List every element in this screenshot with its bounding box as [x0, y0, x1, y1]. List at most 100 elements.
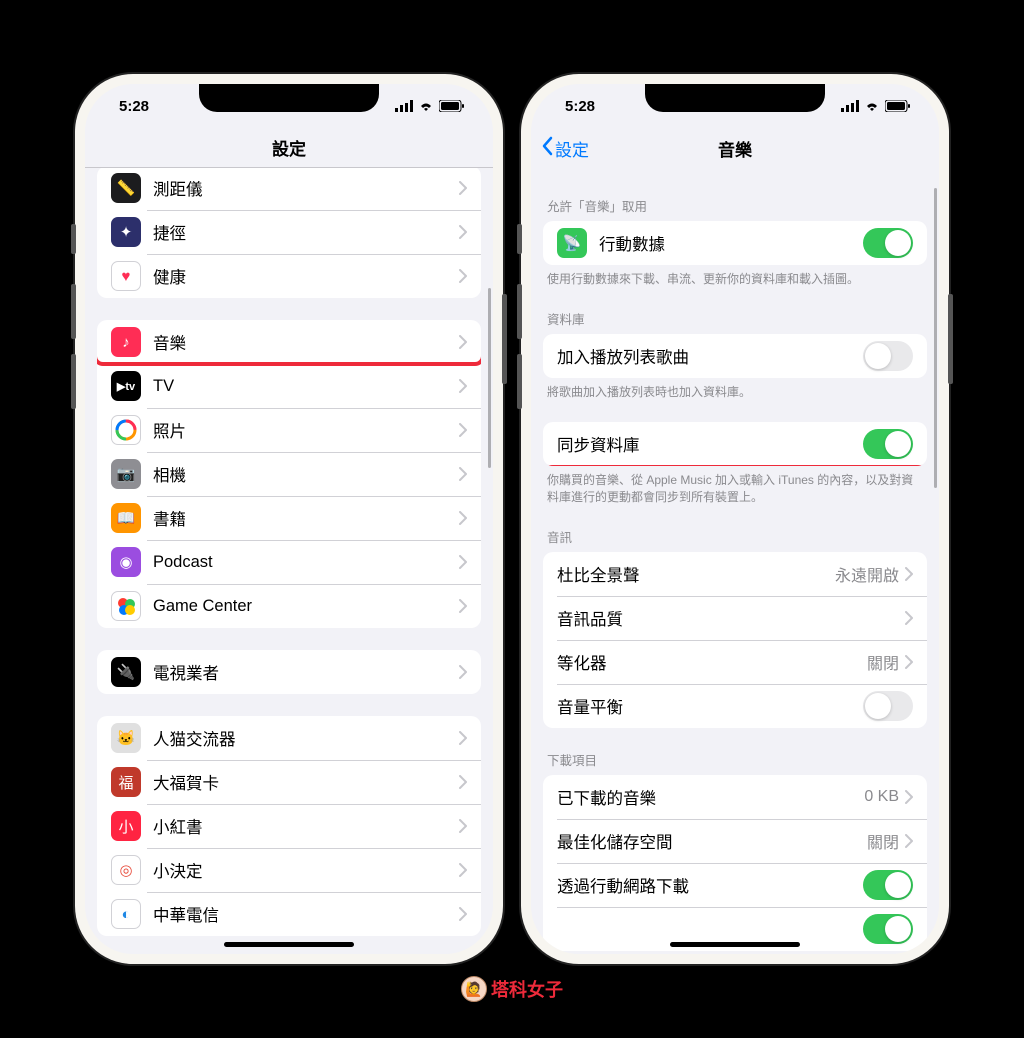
settings-row[interactable]: 🔌電視業者	[97, 650, 481, 694]
settings-row[interactable]: ◉Podcast	[97, 540, 481, 584]
chevron-right-icon	[905, 655, 913, 669]
settings-row[interactable]: 最佳化儲存空間關閉	[543, 819, 927, 863]
content-area[interactable]: 允許「音樂」取用📡行動數據使用行動數據來下載、串流、更新你的資料庫和載入插圖。資…	[531, 168, 939, 954]
side-button	[71, 284, 76, 339]
screen-right: 5:28 設定 音樂 允許「音樂」取用📡行動數據使用行動數據來下載、串流、更新你…	[531, 84, 939, 954]
wifi-icon	[864, 100, 880, 112]
row-label: 健康	[153, 264, 459, 288]
section-footer: 你購買的音樂、從 Apple Music 加入或輸入 iTunes 的內容，以及…	[531, 466, 939, 504]
toggle-switch[interactable]	[863, 870, 913, 900]
settings-row[interactable]: 📷 相機	[97, 452, 481, 496]
side-button	[948, 294, 953, 384]
row-label: 杜比全景聲	[557, 562, 835, 586]
toggle-switch[interactable]	[863, 429, 913, 459]
chevron-right-icon	[459, 467, 467, 481]
app-icon: 🔌	[111, 657, 141, 687]
app-icon: ◉	[111, 547, 141, 577]
status-indicators	[395, 100, 465, 112]
section-header: 音訊	[531, 527, 939, 552]
home-indicator[interactable]	[224, 942, 354, 947]
app-icon	[111, 415, 141, 445]
chevron-right-icon	[459, 731, 467, 745]
content-area[interactable]: 📏測距儀✦捷徑♥健康 ♪音樂▶tvTV照片 📷 相機 📖書籍◉Podcast Game C…	[85, 168, 493, 954]
row-label: 音樂	[153, 330, 459, 354]
section-header: 允許「音樂」取用	[531, 196, 939, 221]
chevron-right-icon	[459, 511, 467, 525]
settings-row[interactable]: 音訊品質	[543, 596, 927, 640]
settings-row[interactable]: ✦捷徑	[97, 210, 481, 254]
toggle-switch[interactable]	[863, 691, 913, 721]
settings-row[interactable]: 已下載的音樂0 KB	[543, 775, 927, 819]
settings-row[interactable]: 音量平衡	[543, 684, 927, 728]
watermark-avatar-icon: 🙋	[461, 976, 487, 1002]
settings-row[interactable]: ◎小決定	[97, 848, 481, 892]
section-footer: 將歌曲加入播放列表時也加入資料庫。	[531, 378, 939, 400]
side-button	[71, 224, 76, 254]
signal-icon	[841, 100, 859, 112]
settings-row[interactable]: ♪音樂	[97, 320, 481, 364]
settings-row[interactable]: 杜比全景聲永遠開啟	[543, 552, 927, 596]
row-label: 人猫交流器	[153, 726, 459, 750]
settings-row[interactable]: ◐中華電信	[97, 892, 481, 936]
settings-row[interactable]: 小小紅書	[97, 804, 481, 848]
app-icon: ◐	[111, 899, 141, 929]
row-label: 同步資料庫	[557, 432, 863, 456]
row-label: 透過行動網路下載	[557, 873, 863, 897]
row-label: 最佳化儲存空間	[557, 829, 867, 853]
settings-row[interactable]: 福大福賀卡	[97, 760, 481, 804]
settings-row[interactable]: 照片	[97, 408, 481, 452]
page-title: 音樂	[718, 136, 752, 161]
scrollbar[interactable]	[488, 288, 491, 468]
side-button	[517, 224, 522, 254]
chevron-right-icon	[459, 665, 467, 679]
status-time: 5:28	[119, 98, 149, 115]
toggle-switch[interactable]	[863, 228, 913, 258]
settings-row[interactable]: 📡 行動數據	[543, 221, 927, 265]
row-detail: 關閉	[867, 650, 899, 674]
chevron-right-icon	[459, 423, 467, 437]
app-icon: 福	[111, 767, 141, 797]
scrollbar[interactable]	[934, 188, 937, 488]
chevron-right-icon	[905, 611, 913, 625]
phone-left: 5:28 設定 📏測距儀✦捷徑♥健康♪音樂▶tvTV照片📷相機📖書籍◉Podca…	[75, 74, 503, 964]
row-label: 音量平衡	[557, 694, 863, 718]
chevron-right-icon	[459, 335, 467, 349]
settings-row[interactable]: 透過行動網路下載	[543, 863, 927, 907]
chevron-right-icon	[459, 269, 467, 283]
home-indicator[interactable]	[670, 942, 800, 947]
settings-row[interactable]: 📖書籍	[97, 496, 481, 540]
app-icon: 📖	[111, 503, 141, 533]
row-label: TV	[153, 377, 459, 396]
settings-row[interactable]: 同步資料庫	[543, 422, 927, 466]
row-label: 加入播放列表歌曲	[557, 344, 863, 368]
watermark: 🙋 塔科女子	[461, 976, 563, 1002]
chevron-right-icon	[459, 555, 467, 569]
chevron-right-icon	[459, 225, 467, 239]
row-label: Game Center	[153, 597, 459, 616]
back-button[interactable]: 設定	[541, 128, 589, 168]
settings-row[interactable]: ♥健康	[97, 254, 481, 298]
settings-row[interactable]: 📏測距儀	[97, 168, 481, 210]
status-time: 5:28	[565, 98, 595, 115]
app-icon: 📡	[557, 228, 587, 258]
status-indicators	[841, 100, 911, 112]
app-icon: 📏	[111, 173, 141, 203]
app-icon	[111, 591, 141, 621]
settings-row[interactable]: 🐱人猫交流器	[97, 716, 481, 760]
app-icon: 📷	[111, 459, 141, 489]
settings-row[interactable]: Game Center	[97, 584, 481, 628]
settings-row[interactable]: 等化器關閉	[543, 640, 927, 684]
settings-row[interactable]: 加入播放列表歌曲	[543, 334, 927, 378]
settings-row[interactable]: ▶tvTV	[97, 364, 481, 408]
wifi-icon	[418, 100, 434, 112]
app-icon: ◎	[111, 855, 141, 885]
row-label: 行動數據	[599, 231, 863, 255]
toggle-switch[interactable]	[863, 914, 913, 944]
row-label: 相機	[153, 462, 459, 486]
side-button	[517, 284, 522, 339]
screen-left: 5:28 設定 📏測距儀✦捷徑♥健康♪音樂▶tvTV照片📷相機📖書籍◉Podca…	[85, 84, 493, 954]
toggle-switch[interactable]	[863, 341, 913, 371]
chevron-right-icon	[459, 907, 467, 921]
chevron-left-icon	[541, 136, 553, 161]
app-icon: ✦	[111, 217, 141, 247]
